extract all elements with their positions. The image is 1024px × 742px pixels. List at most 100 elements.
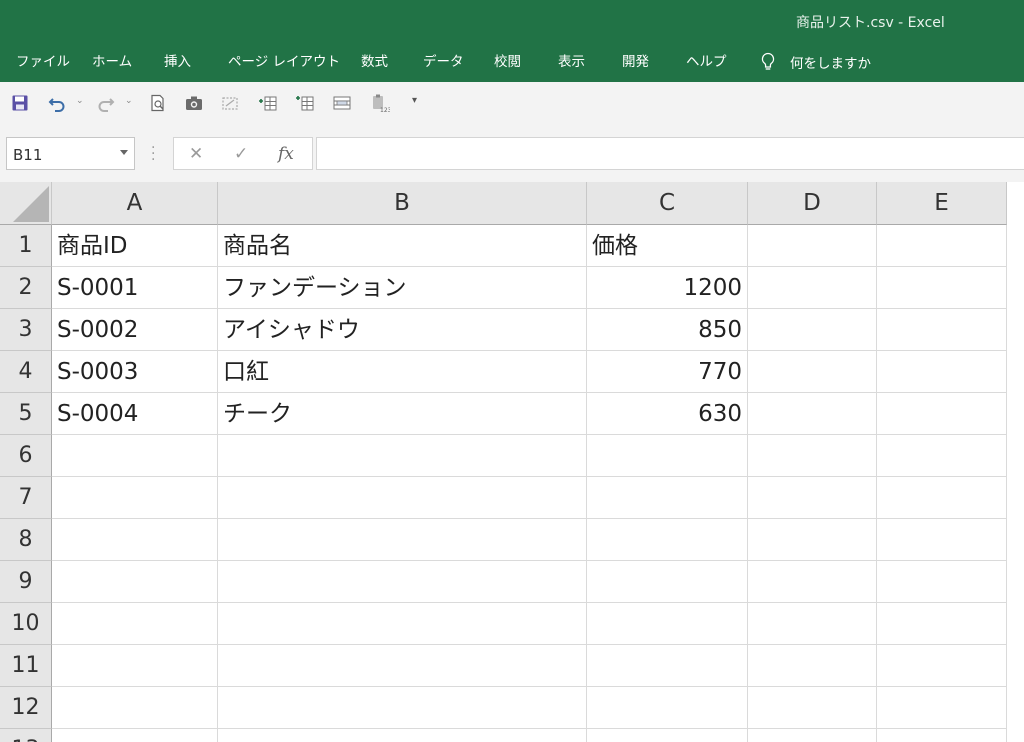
cell-e1[interactable] [877, 225, 1007, 267]
row-header-2[interactable]: 2 [0, 267, 52, 309]
row-header-9[interactable]: 9 [0, 561, 52, 603]
merge-cells-icon[interactable] [332, 93, 352, 113]
cell-c1[interactable]: 価格 [587, 225, 748, 267]
cell-a13[interactable] [52, 729, 218, 742]
paste-values-icon[interactable]: 123 [370, 93, 390, 113]
print-preview-icon[interactable] [148, 93, 168, 113]
cell-d1[interactable] [748, 225, 877, 267]
cell-a1[interactable]: 商品ID [52, 225, 218, 267]
enter-icon[interactable]: ✓ [234, 144, 248, 164]
row-header-6[interactable]: 6 [0, 435, 52, 477]
cancel-icon[interactable]: ✕ [189, 144, 203, 164]
cell-d13[interactable] [748, 729, 877, 742]
cell-d9[interactable] [748, 561, 877, 603]
cell-b10[interactable] [218, 603, 587, 645]
cell-b7[interactable] [218, 477, 587, 519]
column-header-d[interactable]: D [748, 182, 877, 225]
select-all-button[interactable] [0, 182, 52, 225]
insert-rows-icon[interactable] [258, 93, 278, 113]
cell-c7[interactable] [587, 477, 748, 519]
tab-home[interactable]: ホーム [92, 50, 132, 74]
insert-function-icon[interactable]: fx [278, 144, 294, 164]
cell-a4[interactable]: S-0003 [52, 351, 218, 393]
cell-e11[interactable] [877, 645, 1007, 687]
cell-b8[interactable] [218, 519, 587, 561]
tab-formulas[interactable]: 数式 [361, 50, 388, 74]
cell-b4[interactable]: 口紅 [218, 351, 587, 393]
cell-e10[interactable] [877, 603, 1007, 645]
row-header-1[interactable]: 1 [0, 225, 52, 267]
undo-dropdown-icon[interactable]: ⌄ [76, 96, 84, 106]
cell-e8[interactable] [877, 519, 1007, 561]
cell-d11[interactable] [748, 645, 877, 687]
column-header-a[interactable]: A [52, 182, 218, 225]
column-header-c[interactable]: C [587, 182, 748, 225]
cell-a5[interactable]: S-0004 [52, 393, 218, 435]
cell-c9[interactable] [587, 561, 748, 603]
row-header-11[interactable]: 11 [0, 645, 52, 687]
cell-c3[interactable]: 850 [587, 309, 748, 351]
cell-e2[interactable] [877, 267, 1007, 309]
customize-dropdown-icon[interactable]: ▾ [412, 95, 417, 106]
cell-e5[interactable] [877, 393, 1007, 435]
row-header-4[interactable]: 4 [0, 351, 52, 393]
cell-a6[interactable] [52, 435, 218, 477]
tab-developer[interactable]: 開発 [622, 50, 649, 74]
cell-d3[interactable] [748, 309, 877, 351]
cell-b2[interactable]: ファンデーション [218, 267, 587, 309]
cell-d12[interactable] [748, 687, 877, 729]
cell-c5[interactable]: 630 [587, 393, 748, 435]
cell-d8[interactable] [748, 519, 877, 561]
cell-b3[interactable]: アイシャドウ [218, 309, 587, 351]
cell-b12[interactable] [218, 687, 587, 729]
row-header-3[interactable]: 3 [0, 309, 52, 351]
cell-a2[interactable]: S-0001 [52, 267, 218, 309]
cell-e6[interactable] [877, 435, 1007, 477]
column-header-e[interactable]: E [877, 182, 1007, 225]
name-box[interactable]: B11 [6, 137, 135, 170]
tab-page-layout[interactable]: ページ レイアウト [228, 50, 340, 74]
cell-a11[interactable] [52, 645, 218, 687]
cell-d2[interactable] [748, 267, 877, 309]
cell-b6[interactable] [218, 435, 587, 477]
cell-a3[interactable]: S-0002 [52, 309, 218, 351]
insert-columns-icon[interactable] [295, 93, 315, 113]
tab-data[interactable]: データ [423, 50, 464, 74]
cell-a7[interactable] [52, 477, 218, 519]
cell-b13[interactable] [218, 729, 587, 742]
cell-c10[interactable] [587, 603, 748, 645]
tab-file[interactable]: ファイル [16, 50, 70, 74]
cell-c13[interactable] [587, 729, 748, 742]
cell-d6[interactable] [748, 435, 877, 477]
redo-dropdown-icon[interactable]: ⌄ [125, 96, 133, 106]
cell-c6[interactable] [587, 435, 748, 477]
cell-d5[interactable] [748, 393, 877, 435]
cell-b1[interactable]: 商品名 [218, 225, 587, 267]
cell-a10[interactable] [52, 603, 218, 645]
formula-input[interactable] [316, 137, 1024, 170]
cell-a9[interactable] [52, 561, 218, 603]
cell-c4[interactable]: 770 [587, 351, 748, 393]
cell-a8[interactable] [52, 519, 218, 561]
cell-a12[interactable] [52, 687, 218, 729]
tab-insert[interactable]: 挿入 [164, 50, 191, 74]
cell-c11[interactable] [587, 645, 748, 687]
cell-e12[interactable] [877, 687, 1007, 729]
cell-c8[interactable] [587, 519, 748, 561]
tab-review[interactable]: 校閲 [494, 50, 521, 74]
camera-icon[interactable] [184, 93, 204, 113]
cell-e9[interactable] [877, 561, 1007, 603]
tell-me-box[interactable]: 何をしますか [760, 50, 871, 74]
row-header-12[interactable]: 12 [0, 687, 52, 729]
cell-e13[interactable] [877, 729, 1007, 742]
redo-icon[interactable] [96, 93, 116, 113]
row-header-7[interactable]: 7 [0, 477, 52, 519]
cell-e4[interactable] [877, 351, 1007, 393]
cell-c2[interactable]: 1200 [587, 267, 748, 309]
row-header-13[interactable]: 13 [0, 729, 52, 742]
column-header-b[interactable]: B [218, 182, 587, 225]
cell-b11[interactable] [218, 645, 587, 687]
cell-e7[interactable] [877, 477, 1007, 519]
row-header-8[interactable]: 8 [0, 519, 52, 561]
cell-d7[interactable] [748, 477, 877, 519]
